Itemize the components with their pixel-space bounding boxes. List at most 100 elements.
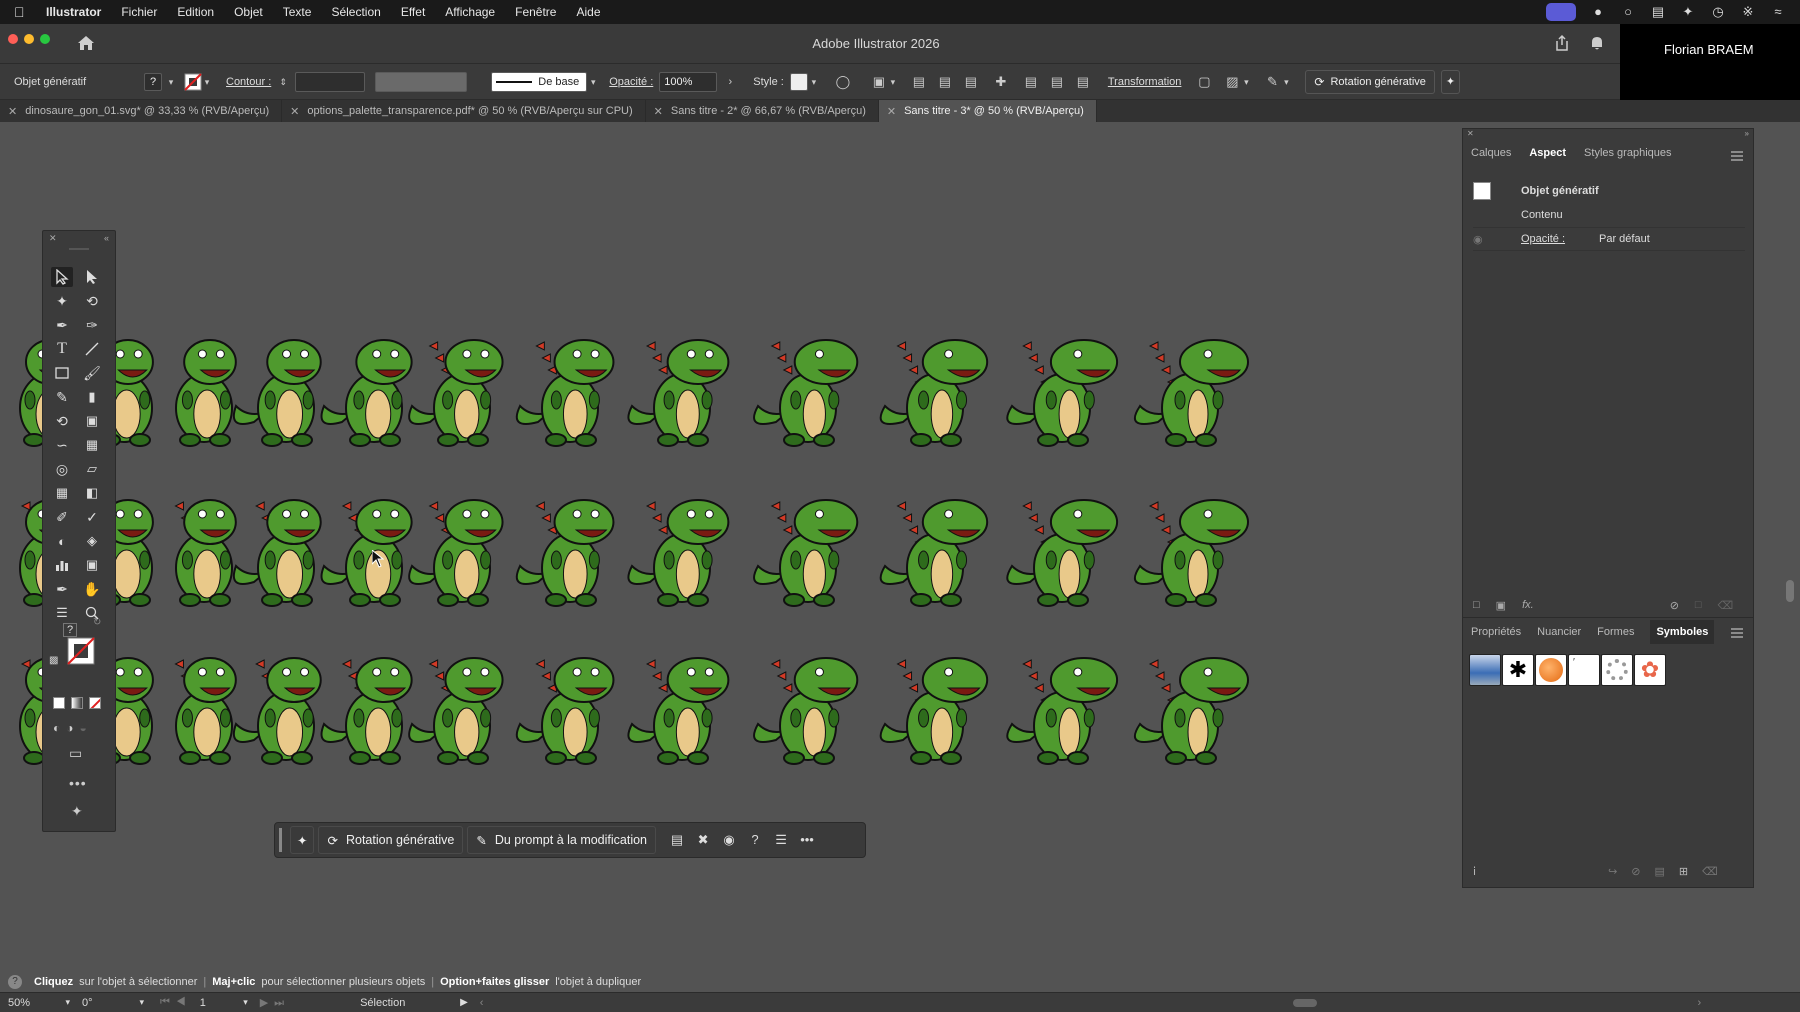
break-link-icon[interactable]: ⊘	[1631, 865, 1640, 878]
creative-cloud-icon[interactable]: ○	[1620, 5, 1636, 19]
rotate-tool[interactable]: ⟲	[51, 411, 73, 431]
dinosaur-sprite[interactable]	[1134, 339, 1249, 447]
symbol-swatch-ring[interactable]	[1601, 654, 1633, 686]
measure-tool[interactable]: ✓	[81, 507, 103, 527]
bluetooth-icon[interactable]: ※	[1740, 5, 1756, 19]
dinosaur-sprite[interactable]	[232, 499, 322, 607]
tab-calques[interactable]: Calques	[1471, 147, 1511, 159]
dinosaur-sprite[interactable]	[1134, 657, 1249, 765]
dinosaur-sprite[interactable]	[627, 657, 730, 765]
place-symbol-icon[interactable]: ↪	[1608, 865, 1617, 878]
hand-tool[interactable]: ✋	[81, 579, 103, 599]
graph-tool[interactable]	[51, 555, 73, 575]
dinosaur-sprite[interactable]	[627, 499, 730, 607]
aspect-opacity-row[interactable]: ◉ Opacité : Par défaut	[1473, 227, 1745, 251]
dinosaur-sprite[interactable]	[879, 499, 989, 607]
symbol-swatch-flower[interactable]: ✿	[1634, 654, 1666, 686]
align-list-icon[interactable]: ☰	[770, 829, 792, 851]
dinosaur-sprite[interactable]	[515, 339, 615, 447]
pen-tool[interactable]: ✒	[51, 315, 73, 335]
variable-width-field[interactable]	[375, 71, 468, 92]
recolor-globe-icon[interactable]: ◉	[718, 829, 740, 851]
sparkle-icon[interactable]: ✦	[1680, 5, 1696, 19]
menu-objet[interactable]: Objet	[234, 5, 263, 19]
chevron-down-icon[interactable]: ▾	[65, 997, 70, 1008]
symbol-swatch-text[interactable]: ′	[1568, 654, 1600, 686]
lasso-tool[interactable]: ⟲	[81, 291, 103, 311]
dinosaur-sprite[interactable]	[320, 339, 413, 447]
chevron-down-icon[interactable]: ▾	[888, 73, 898, 91]
horizontal-scrollbar-thumb[interactable]	[1293, 998, 1318, 1007]
generative-tools-button[interactable]: ✦	[290, 826, 315, 854]
status-chevron-right-icon[interactable]: ▶	[460, 997, 468, 1008]
close-panel-icon[interactable]: ✕	[49, 233, 57, 244]
symbol-swatch-splat[interactable]: ✱	[1502, 654, 1534, 686]
artboard-nav-prev[interactable]: ⏮◀	[160, 996, 192, 1009]
rotation-field[interactable]: 0° ▾	[82, 997, 144, 1009]
mesh-tool[interactable]: ▦	[51, 483, 73, 503]
stroke-swatch[interactable]	[184, 72, 202, 91]
menu-texte[interactable]: Texte	[283, 5, 312, 19]
more-tools-icon[interactable]: •••	[69, 775, 87, 791]
taskbar-rotation-button[interactable]: ⟳ Rotation générative	[318, 826, 464, 854]
collapse-panel-icon[interactable]: »	[1745, 129, 1749, 139]
tab-aspect[interactable]: Aspect	[1529, 147, 1566, 159]
puppet-warp-tool[interactable]: ☰	[51, 603, 73, 623]
opacity-label[interactable]: Opacité :	[609, 76, 653, 88]
dinosaur-sprite[interactable]	[408, 499, 504, 607]
menu-aide[interactable]: Aide	[576, 5, 600, 19]
user-name[interactable]: Florian BRAEM	[1664, 42, 1754, 57]
distribute-icon[interactable]: ✚	[992, 73, 1010, 91]
contour-label[interactable]: Contour :	[226, 76, 271, 88]
dinosaur-sprite[interactable]	[320, 499, 413, 607]
draw-normal-icon[interactable]: ◐	[53, 721, 60, 735]
dinosaur-sprite[interactable]	[1006, 339, 1119, 447]
chevron-right-icon[interactable]: ›	[721, 73, 739, 91]
color-mode-gradient[interactable]	[71, 697, 83, 709]
dinosaur-sprite[interactable]	[175, 339, 237, 447]
taskbar-prompt-button[interactable]: ✎ Du prompt à la modification	[467, 826, 657, 854]
tab-proprietes[interactable]: Propriétés	[1471, 626, 1521, 638]
paintbrush-tool[interactable]: 🖌	[81, 363, 103, 383]
fx-icon[interactable]: fx.	[1522, 599, 1534, 611]
tab-nuancier[interactable]: Nuancier	[1537, 626, 1581, 638]
close-tab-icon[interactable]: ✕	[8, 105, 17, 118]
generative-tool-icon[interactable]: ✦	[71, 803, 83, 820]
stroke-weight-input[interactable]	[295, 71, 366, 92]
delete-item-icon[interactable]: ⌫	[1718, 599, 1734, 612]
dinosaur-sprite[interactable]	[232, 339, 322, 447]
shaper-tool[interactable]: ✎	[51, 387, 73, 407]
dinosaur-sprite[interactable]	[174, 499, 237, 607]
recolor-icon[interactable]: ◯	[834, 73, 852, 91]
blend-tool[interactable]: ◐	[51, 531, 73, 551]
screen-share-icon[interactable]	[1546, 3, 1576, 21]
free-transform-tool[interactable]: ▦	[81, 435, 103, 455]
dinosaur-sprite[interactable]	[627, 339, 730, 447]
chevron-down-icon[interactable]: ▾	[166, 73, 176, 91]
visibility-eye-icon[interactable]: ◉	[1473, 233, 1521, 246]
swap-colors-icon[interactable]: ↻	[93, 617, 101, 628]
apple-icon[interactable]: 	[14, 5, 28, 19]
slice-tool[interactable]: ✒	[51, 579, 73, 599]
draw-behind-icon[interactable]: ◑	[66, 721, 73, 735]
share-icon[interactable]	[1553, 34, 1571, 52]
bell-icon[interactable]	[1588, 34, 1606, 52]
dinosaur-sprite[interactable]	[232, 657, 322, 765]
scale-tool[interactable]: ▣	[81, 411, 103, 431]
symbol-libraries-icon[interactable]: ⅰ	[1473, 865, 1476, 878]
symbol-options-icon[interactable]: ▤	[1655, 865, 1665, 878]
align-right-icon[interactable]: ▤	[962, 73, 980, 91]
screen-mode-icon[interactable]: ▭	[69, 745, 82, 762]
align-middle-icon[interactable]: ▤	[1048, 73, 1066, 91]
clear-appearance-icon[interactable]: ⊘	[1670, 599, 1679, 612]
panel-grip[interactable]	[69, 248, 89, 250]
vertical-scrollbar-thumb[interactable]	[1786, 580, 1794, 602]
align-top-icon[interactable]: ▤	[1022, 73, 1040, 91]
wifi-icon[interactable]: ≈	[1770, 5, 1786, 19]
new-symbol-icon[interactable]: ⊞	[1679, 865, 1688, 878]
isolate-icon[interactable]: ▨	[1223, 73, 1241, 91]
menu-effet[interactable]: Effet	[401, 5, 425, 19]
chevron-down-icon[interactable]: ▾	[139, 997, 144, 1008]
magic-wand-button[interactable]: ✦	[1440, 69, 1461, 94]
perspective-grid-tool[interactable]: ▱	[81, 459, 103, 479]
